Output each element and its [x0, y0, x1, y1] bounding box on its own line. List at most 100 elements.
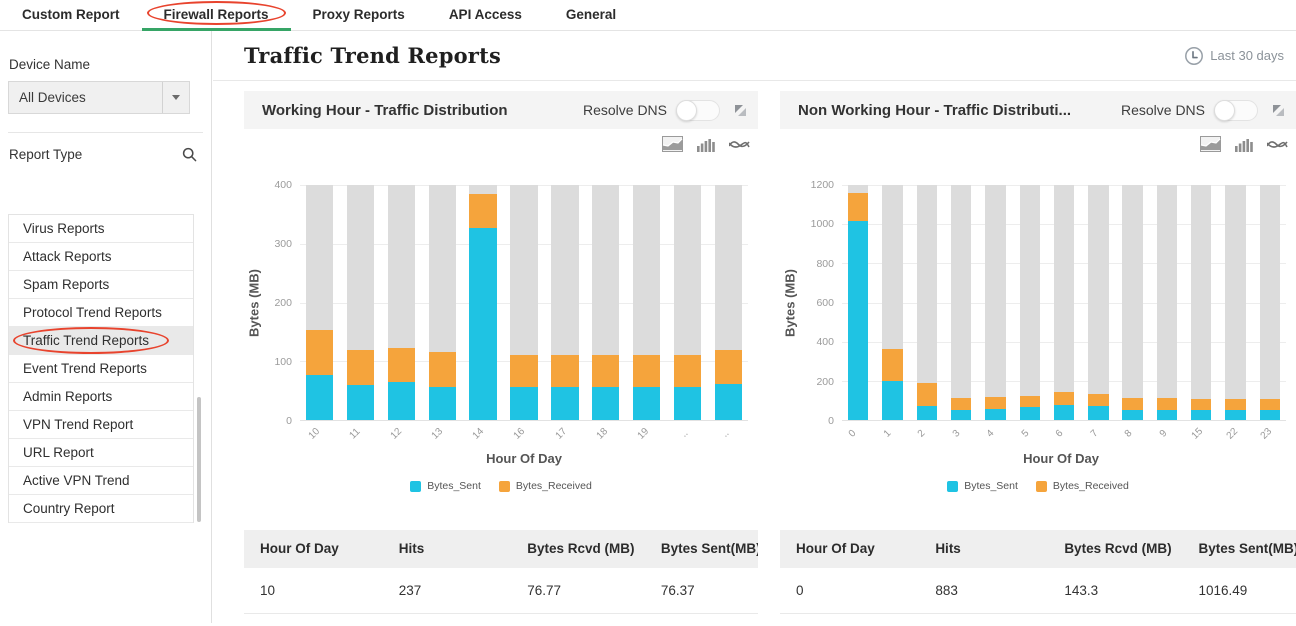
- sidebar-item-active-vpn-trend[interactable]: Active VPN Trend: [9, 467, 193, 495]
- x-tick-label: 5: [1020, 428, 1038, 446]
- bar[interactable]: [670, 185, 705, 420]
- sidebar-item-event-trend-reports[interactable]: Event Trend Reports: [9, 355, 193, 383]
- sidebar-item-spam-reports[interactable]: Spam Reports: [9, 271, 193, 299]
- legend-swatch: [499, 481, 510, 492]
- expand-icon[interactable]: [1273, 105, 1284, 116]
- bar[interactable]: [466, 185, 501, 420]
- bar[interactable]: [947, 185, 975, 420]
- tab-general[interactable]: General: [544, 0, 638, 30]
- tab-bar: Custom ReportFirewall Reports Proxy Repor…: [0, 0, 1296, 31]
- bar[interactable]: [629, 185, 664, 420]
- time-range-badge[interactable]: Last 30 days: [1184, 46, 1284, 66]
- bar[interactable]: [1256, 185, 1284, 420]
- bar[interactable]: [547, 185, 582, 420]
- sidebar-item-attack-reports[interactable]: Attack Reports: [9, 243, 193, 271]
- sidebar-item-label: Spam Reports: [23, 277, 109, 292]
- area-chart-icon[interactable]: [1200, 136, 1221, 152]
- toggle-knob: [676, 100, 697, 121]
- toggle-knob: [1214, 100, 1235, 121]
- table-row: 1023776.7776.37: [244, 568, 758, 614]
- bar[interactable]: [913, 185, 941, 420]
- sidebar-item-virus-reports[interactable]: Virus Reports: [9, 215, 193, 243]
- tab-firewall-reports[interactable]: Firewall Reports: [142, 0, 291, 30]
- legend-item-bytes-received[interactable]: Bytes_Received: [499, 480, 592, 492]
- bar[interactable]: [878, 185, 906, 420]
- traffic-table-working-hour: Hour Of DayHitsBytes Rcvd (MB)Bytes Sent…: [244, 530, 758, 626]
- search-icon[interactable]: [182, 147, 197, 162]
- line-chart-icon[interactable]: [1267, 137, 1288, 151]
- bar[interactable]: [343, 185, 378, 420]
- stacked-bar-chart-working-hour: Bytes (MB)010020030040010111213141617181…: [244, 185, 758, 492]
- bar[interactable]: [1187, 185, 1215, 420]
- bar[interactable]: [1050, 185, 1078, 420]
- chart-legend: Bytes_Sent Bytes_Received: [780, 480, 1296, 492]
- legend-item-bytes-sent[interactable]: Bytes_Sent: [947, 480, 1018, 492]
- sidebar-item-url-report[interactable]: URL Report: [9, 439, 193, 467]
- table-row-partial: [780, 614, 1296, 626]
- sidebar-item-country-report[interactable]: Country Report: [9, 495, 193, 523]
- x-tick-label: 1: [882, 428, 900, 446]
- table-cell: 883: [919, 568, 1048, 613]
- tab-api-access[interactable]: API Access: [427, 0, 544, 30]
- sidebar-item-label: Admin Reports: [23, 389, 112, 404]
- bar-segment-sent: [715, 384, 742, 420]
- legend-item-bytes-received[interactable]: Bytes_Received: [1036, 480, 1129, 492]
- bar[interactable]: [425, 185, 460, 420]
- column-header: Hits: [919, 530, 1048, 568]
- bar[interactable]: [844, 185, 872, 420]
- sidebar-item-label: Country Report: [23, 501, 115, 516]
- tab-label: Proxy Reports: [313, 7, 405, 22]
- bar-segment-sent: [985, 409, 1005, 420]
- bar-segment-received: [592, 355, 619, 387]
- bar[interactable]: [302, 185, 337, 420]
- x-tick-label: 6: [1054, 428, 1072, 446]
- legend-label: Bytes_Received: [1053, 480, 1129, 492]
- resolve-dns-label: Resolve DNS: [583, 102, 667, 118]
- bar[interactable]: [711, 185, 746, 420]
- report-type-label: Report Type: [9, 147, 82, 162]
- bar[interactable]: [1221, 185, 1249, 420]
- expand-icon[interactable]: [735, 105, 746, 116]
- bar-segment-received: [985, 397, 1005, 409]
- tab-label: General: [566, 7, 616, 22]
- line-chart-icon[interactable]: [729, 137, 750, 151]
- legend-item-bytes-sent[interactable]: Bytes_Sent: [410, 480, 481, 492]
- bar[interactable]: [981, 185, 1009, 420]
- x-tick-label: 2: [916, 428, 934, 446]
- area-chart-icon[interactable]: [662, 136, 683, 152]
- x-tick-label: 4: [985, 428, 1003, 446]
- y-axis-title: Bytes (MB): [783, 269, 798, 337]
- sidebar-item-admin-reports[interactable]: Admin Reports: [9, 383, 193, 411]
- y-tick-label: 1000: [811, 218, 834, 230]
- tab-custom-report[interactable]: Custom Report: [0, 0, 142, 30]
- bar-segment-sent: [510, 387, 537, 420]
- bar-segment-sent: [551, 387, 578, 420]
- bar[interactable]: [1153, 185, 1181, 420]
- panel-title: Working Hour - Traffic Distribution: [262, 102, 583, 119]
- sidebar-item-vpn-trend-report[interactable]: VPN Trend Report: [9, 411, 193, 439]
- bar[interactable]: [1119, 185, 1147, 420]
- resolve-dns-toggle[interactable]: [676, 100, 720, 121]
- column-header: Hour Of Day: [780, 530, 919, 568]
- table-row-partial: [244, 614, 758, 626]
- bar-segment-received: [715, 350, 742, 383]
- bar[interactable]: [1084, 185, 1112, 420]
- bar-segment-sent: [1088, 406, 1108, 420]
- bar-chart-icon[interactable]: [697, 137, 715, 152]
- bar-segment-received: [1191, 399, 1211, 410]
- bar[interactable]: [1016, 185, 1044, 420]
- scrollbar-thumb[interactable]: [197, 397, 201, 522]
- legend-swatch: [947, 481, 958, 492]
- bar[interactable]: [588, 185, 623, 420]
- tab-proxy-reports[interactable]: Proxy Reports: [291, 0, 427, 30]
- resolve-dns-toggle[interactable]: [1214, 100, 1258, 121]
- sidebar-item-traffic-trend-reports[interactable]: Traffic Trend Reports: [9, 327, 193, 355]
- bar-segment-received: [848, 193, 868, 221]
- bar-chart-icon[interactable]: [1235, 137, 1253, 152]
- bar[interactable]: [507, 185, 542, 420]
- sidebar-item-protocol-trend-reports[interactable]: Protocol Trend Reports: [9, 299, 193, 327]
- x-tick-label: 3: [951, 428, 969, 446]
- device-select[interactable]: All Devices: [8, 81, 190, 114]
- bar-segment-sent: [592, 387, 619, 420]
- bar[interactable]: [384, 185, 419, 420]
